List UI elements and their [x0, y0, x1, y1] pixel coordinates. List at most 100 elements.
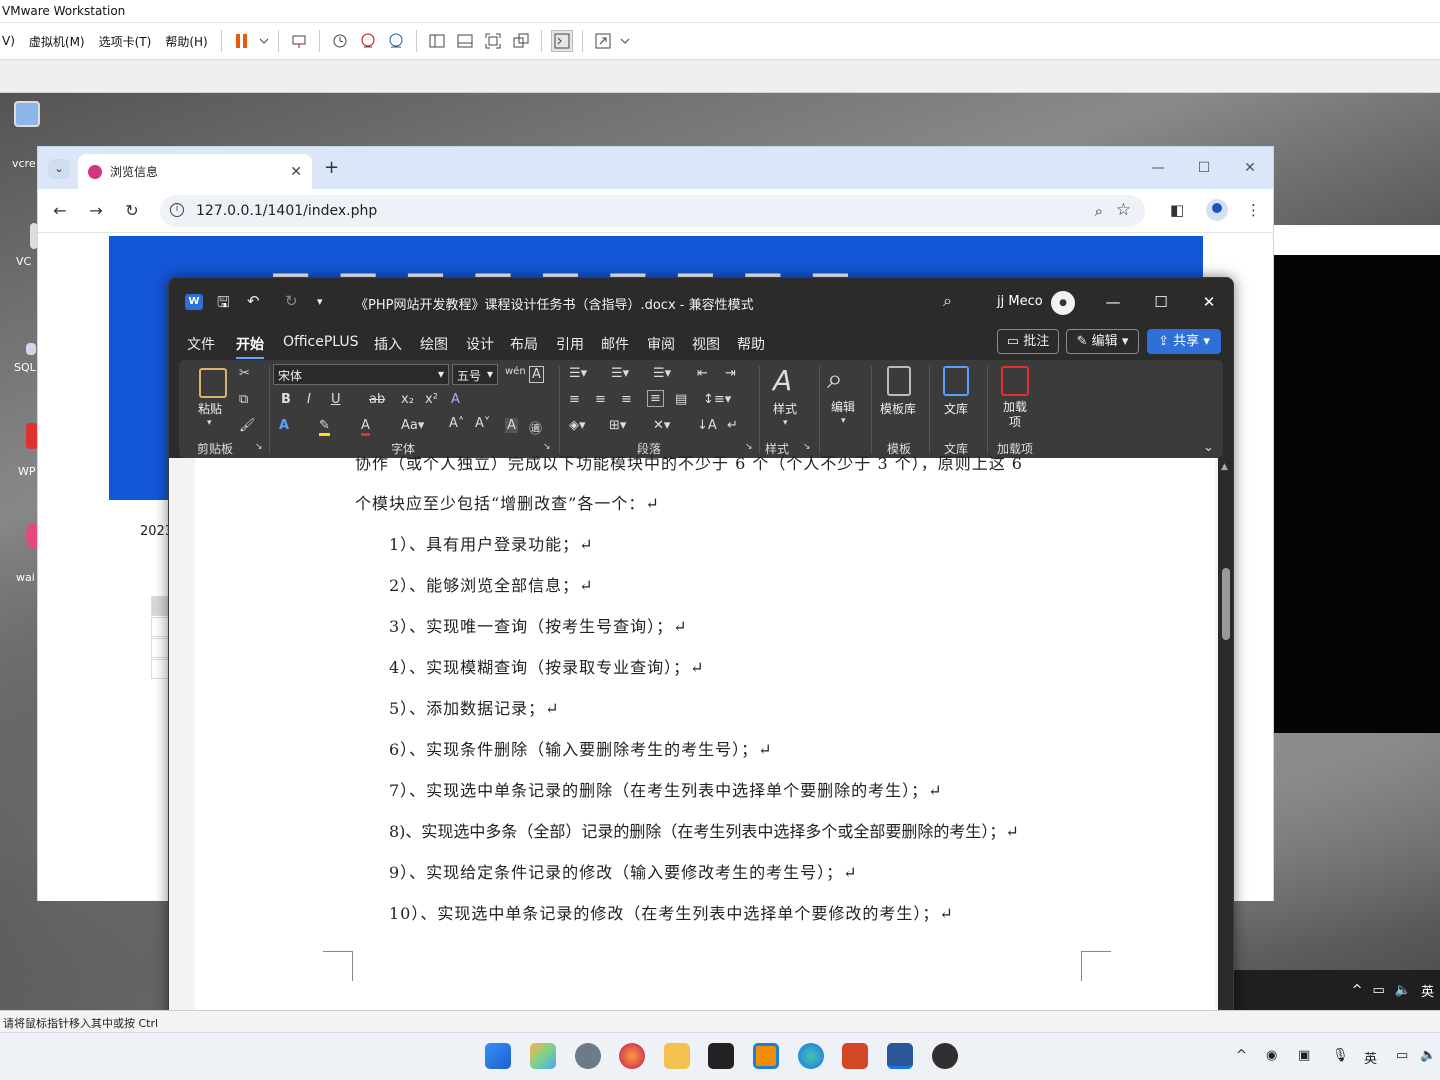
ime-indicator[interactable]: 英: [1421, 981, 1434, 1000]
customize-quick-access-icon[interactable]: ▾: [317, 295, 323, 308]
address-bar[interactable]: i 127.0.0.1/1401/index.php ⌕ ☆: [160, 195, 1145, 227]
save-icon[interactable]: 🖫: [217, 292, 230, 317]
network-icon[interactable]: ▭: [1373, 983, 1385, 998]
highlight-color-icon[interactable]: ✎: [319, 418, 330, 436]
profile-avatar[interactable]: [1206, 199, 1228, 221]
increase-indent-icon[interactable]: ⇥: [725, 366, 736, 381]
desktop-icon-sql[interactable]: SQL: [0, 343, 40, 374]
template-library-label[interactable]: 模板库: [880, 400, 916, 417]
scrollbar-thumb[interactable]: [1222, 568, 1230, 640]
format-painter-icon[interactable]: 🖌: [239, 418, 256, 433]
enclose-characters-icon[interactable]: ㊜: [529, 418, 542, 437]
scroll-up-icon[interactable]: ▲: [1221, 462, 1228, 472]
snapshot-manager-icon[interactable]: [385, 30, 407, 52]
styles-icon[interactable]: A: [773, 364, 792, 397]
unity-icon[interactable]: [510, 30, 532, 52]
pause-icon[interactable]: [231, 30, 253, 52]
phpstudy-icon[interactable]: [753, 1043, 779, 1069]
sort-icon[interactable]: ↓A: [697, 418, 717, 433]
minimize-icon[interactable]: —: [1089, 278, 1137, 326]
font-name-select[interactable]: 宋体 ▾: [273, 364, 449, 385]
forward-icon[interactable]: →: [86, 201, 106, 220]
tab-draw[interactable]: 绘图: [420, 334, 448, 354]
tab-review[interactable]: 审阅: [647, 334, 675, 354]
editing-mode-button[interactable]: ✎ 编辑 ▾: [1066, 329, 1139, 354]
decrease-indent-icon[interactable]: ⇤: [697, 366, 708, 381]
addins-icon[interactable]: [1001, 366, 1029, 396]
bookmark-star-icon[interactable]: ☆: [1116, 200, 1131, 220]
site-info-icon[interactable]: i: [170, 203, 184, 217]
obs-icon[interactable]: [932, 1043, 958, 1069]
styles-label[interactable]: 样式: [773, 400, 797, 417]
search-icon[interactable]: ⌕: [943, 291, 952, 311]
firefox-icon[interactable]: [619, 1043, 645, 1069]
find-icon[interactable]: ⌕: [827, 362, 843, 396]
fullscreen-icon[interactable]: [482, 30, 504, 52]
collapse-ribbon-icon[interactable]: ⌄: [1203, 440, 1214, 455]
italic-icon[interactable]: I: [307, 392, 311, 407]
user-avatar[interactable]: ●: [1051, 291, 1075, 315]
numbering-icon[interactable]: ☰▾: [611, 366, 629, 381]
doc-list-item[interactable]: 9）、实现给定条件记录的修改（输入要修改考生的考生号）；↵: [389, 859, 858, 883]
undo-icon[interactable]: ↶: [247, 292, 260, 310]
addins-label[interactable]: 加载项: [1001, 400, 1029, 430]
tab-insert[interactable]: 插入: [374, 334, 402, 354]
underline-icon[interactable]: U: [331, 392, 341, 407]
library-icon[interactable]: [943, 366, 969, 396]
subscript-icon[interactable]: x₂: [401, 392, 414, 407]
phonetic-guide-icon[interactable]: wén: [505, 366, 526, 377]
tab-references[interactable]: 引用: [556, 334, 584, 354]
tab-view[interactable]: 视图: [692, 334, 720, 354]
vmware-menu-view[interactable]: V): [0, 34, 22, 48]
document-page[interactable]: 协作（或个人独立）完成以下功能模块中的不少于 6 个（个人不少于 3 个），原则…: [195, 454, 1215, 1030]
font-size-select[interactable]: 五号 ▾: [452, 364, 498, 385]
align-center-icon[interactable]: ≡: [595, 392, 606, 407]
doc-list-item[interactable]: 5）、添加数据记录；↵: [389, 695, 560, 719]
bold-icon[interactable]: B: [281, 392, 291, 407]
microphone-icon[interactable]: 🎙: [1332, 1048, 1349, 1063]
library-label[interactable]: 文库: [944, 400, 968, 417]
align-right-icon[interactable]: ≡: [621, 392, 632, 407]
minimize-icon[interactable]: —: [1135, 147, 1181, 189]
desktop-icon-wai[interactable]: wai: [0, 523, 40, 584]
distributed-icon[interactable]: ▤: [675, 392, 687, 407]
doc-list-item[interactable]: 6）、实现条件删除（输入要删除考生的考生号）；↵: [389, 736, 773, 760]
dialog-launcher-icon[interactable]: ↘: [255, 442, 263, 452]
clear-formatting-icon[interactable]: A: [451, 392, 460, 407]
cut-icon[interactable]: ✂: [239, 366, 250, 381]
start-icon[interactable]: [485, 1043, 511, 1069]
chevron-down-icon[interactable]: ▾: [841, 416, 846, 426]
zoom-icon[interactable]: ⌕: [1095, 202, 1103, 220]
settings-icon[interactable]: [575, 1043, 601, 1069]
powerpoint-icon[interactable]: [842, 1043, 868, 1069]
tab-home[interactable]: 开始: [236, 334, 264, 359]
paste-icon[interactable]: [199, 368, 227, 398]
url-text[interactable]: 127.0.0.1/1401/index.php: [196, 203, 377, 219]
strikethrough-icon[interactable]: ab: [369, 392, 385, 407]
shrink-font-icon[interactable]: A˅: [475, 416, 490, 431]
new-tab-button[interactable]: +: [324, 157, 339, 178]
document-title[interactable]: 《PHP网站开发教程》课程设计任务书（含指导）.docx - 兼容性模式: [355, 294, 754, 313]
tab-design[interactable]: 设计: [466, 334, 494, 354]
word-taskbar-icon[interactable]: [887, 1043, 913, 1069]
snapshot-icon[interactable]: [329, 30, 351, 52]
borders-icon[interactable]: ⊞▾: [609, 418, 626, 433]
maximize-icon[interactable]: ☐: [1181, 147, 1227, 189]
maximize-icon[interactable]: ☐: [1137, 278, 1185, 326]
tab-search-button[interactable]: ⌄: [48, 159, 70, 179]
template-library-icon[interactable]: [887, 366, 911, 396]
edge-icon[interactable]: [798, 1043, 824, 1069]
vmware-menu-help[interactable]: 帮助(H): [158, 33, 214, 50]
character-shading-icon[interactable]: A: [505, 418, 518, 433]
chevron-down-icon[interactable]: [259, 30, 269, 52]
change-case-icon[interactable]: Aa▾: [401, 418, 424, 433]
vmware-menu-tabs[interactable]: 选项卡(T): [92, 33, 159, 50]
tab-officeplus[interactable]: OfficePLUS: [283, 334, 359, 350]
comments-button[interactable]: ▭ 批注: [997, 329, 1059, 354]
back-icon[interactable]: ←: [50, 201, 70, 220]
doc-list-item[interactable]: 7）、实现选中单条记录的删除（在考生列表中选择单个要删除的考生）；↵: [389, 777, 943, 801]
sidebar-view-icon[interactable]: [426, 30, 448, 52]
vmware-menu-vm[interactable]: 虚拟机(M): [22, 33, 92, 50]
doc-list-item[interactable]: 2）、能够浏览全部信息；↵: [389, 572, 594, 596]
doc-list-item[interactable]: 8)、实现选中多条（全部）记录的删除（在考生列表中选择多个或全部要删除的考生）；…: [389, 818, 1019, 842]
